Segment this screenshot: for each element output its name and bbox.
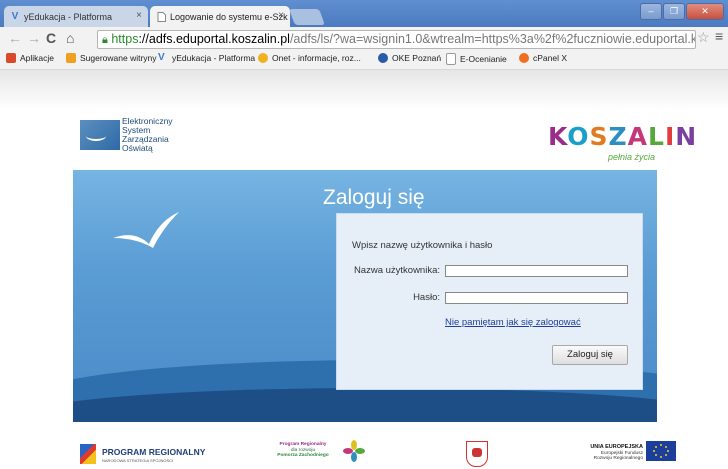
- logo-letter: A: [627, 122, 649, 151]
- tab-title: Logowanie do systemu e-Szk: [170, 11, 288, 22]
- login-panel: Wpisz nazwę użytkownika i hasło Nazwa uż…: [336, 213, 643, 390]
- tab-yedukacja[interactable]: V yEdukacja - Platforma ×: [4, 6, 148, 27]
- program-regionalny-icon: [80, 444, 96, 464]
- pomorze-flower-icon: [343, 440, 365, 462]
- lock-icon: 🔒︎: [102, 34, 108, 46]
- bookmark-label: Onet - informacje, roz...: [272, 53, 361, 63]
- logo-letter: S: [589, 122, 609, 151]
- close-tab-icon[interactable]: ×: [136, 10, 142, 21]
- bookmark-onet[interactable]: Onet - informacje, roz...: [258, 53, 361, 63]
- eszo-line: Oświatą: [122, 143, 153, 153]
- banner-wave: [73, 388, 657, 422]
- logo-letter: Z: [608, 122, 628, 151]
- program-regionalny-sub: NARODOWA STRATEGIA SPÓJNOŚCI: [102, 458, 174, 463]
- bookmark-label: yEdukacja - Platforma: [172, 53, 256, 63]
- pomorze-line: Pomorza Zachodniego: [277, 453, 329, 458]
- apps-grid-icon: [6, 53, 16, 63]
- suggested-icon: [66, 53, 76, 63]
- bookmark-label: Aplikacje: [20, 53, 55, 63]
- logo-letter: O: [567, 122, 590, 151]
- password-label: Hasło:: [413, 292, 440, 303]
- login-button[interactable]: Zaloguj się: [552, 345, 628, 365]
- login-banner: Zaloguj się Wpisz nazwę użytkownika i ha…: [73, 170, 657, 422]
- tab-title: yEdukacja - Platforma: [24, 11, 113, 22]
- close-tab-icon[interactable]: ×: [278, 10, 284, 21]
- username-input[interactable]: [445, 265, 628, 277]
- new-tab-button[interactable]: [289, 9, 325, 25]
- menu-icon[interactable]: ≡: [715, 28, 723, 44]
- close-window-button[interactable]: ✕: [686, 3, 724, 20]
- maximize-button[interactable]: ❐: [663, 3, 685, 20]
- url-scheme: https: [111, 32, 139, 46]
- cpanel-icon: [519, 53, 529, 63]
- bookmark-aplikacje[interactable]: Aplikacje: [6, 53, 54, 63]
- bookmark-eocenianie[interactable]: E-Ocenianie: [446, 53, 507, 65]
- minimize-button[interactable]: –: [640, 3, 662, 20]
- forgot-password-link[interactable]: Nie pamiętam jak się zalogować: [445, 317, 581, 328]
- tab-logowanie[interactable]: Logowanie do systemu e-Szk ×: [150, 6, 290, 27]
- eu-line: UNIA EUROPEJSKA: [590, 444, 643, 450]
- oke-icon: [378, 53, 388, 63]
- logo-letter: K: [548, 122, 568, 151]
- eszo-logo-text: Elektroniczny System Zarządzania Oświatą: [122, 117, 173, 153]
- eu-line: Rozwoju Regionalnego: [593, 456, 643, 461]
- logo-letter: I: [664, 122, 676, 151]
- logo-letter: N: [675, 122, 698, 151]
- reload-icon[interactable]: C: [46, 30, 56, 46]
- eszo-logo: [80, 120, 120, 150]
- v-logo-icon: V: [11, 11, 19, 22]
- bookmark-label: OKE Poznań: [392, 53, 442, 63]
- page-icon: [156, 11, 166, 22]
- logo-letter: L: [648, 122, 665, 151]
- bookmark-oke[interactable]: OKE Poznań: [378, 53, 441, 63]
- bookmark-yedukacja[interactable]: V yEdukacja - Platforma: [158, 52, 256, 64]
- program-regionalny-title: PROGRAM REGIONALNY: [102, 447, 206, 457]
- url-path: /adfs/ls/?wa=wsignin1.0&wtrealm=https%3a…: [289, 32, 696, 46]
- login-prompt: Wpisz nazwę użytkownika i hasło: [352, 240, 493, 251]
- page-top-gradient: [0, 70, 728, 110]
- eu-flag-icon: [646, 441, 676, 461]
- bookmark-label: Sugerowane witryny: [80, 53, 157, 63]
- koszalin-logo: KOSZALIN: [548, 122, 697, 151]
- pomorze-logo-text: Program Regionalny dla rozwoju Pomorza Z…: [268, 442, 338, 459]
- browser-toolbar: ← → C ⌂ 🔒︎ https://adfs.eduportal.koszal…: [0, 27, 728, 49]
- bookmark-label: E-Ocenianie: [460, 54, 507, 64]
- bookmark-sugerowane[interactable]: Sugerowane witryny: [66, 53, 157, 63]
- page-content: Elektroniczny System Zarządzania Oświatą…: [0, 70, 728, 469]
- url-host: ://adfs.eduportal.koszalin.pl: [138, 32, 290, 46]
- back-arrow-icon[interactable]: ←: [8, 30, 22, 46]
- bookmark-cpanel[interactable]: cPanel X: [519, 53, 567, 63]
- window-controls: – ❐ ✕: [639, 3, 724, 20]
- pomorze-line: Program Regionalny: [279, 442, 327, 447]
- eu-line: Europejski Fundusz: [600, 450, 643, 456]
- page-icon: [446, 53, 456, 65]
- username-label: Nazwa użytkownika:: [353, 265, 440, 276]
- login-title: Zaloguj się: [323, 186, 425, 209]
- bookmark-star-icon[interactable]: ☆: [697, 29, 710, 46]
- password-input[interactable]: [445, 292, 628, 304]
- eu-logo-text: UNIA EUROPEJSKA Europejski Fundusz Rozwo…: [585, 444, 643, 462]
- v-logo-icon: V: [158, 52, 165, 63]
- bookmarks-bar: Aplikacje Sugerowane witryny V yEdukacja…: [0, 49, 728, 70]
- coat-of-arms-icon: [466, 441, 488, 467]
- browser-titlebar: V yEdukacja - Platforma × Logowanie do s…: [0, 0, 728, 27]
- pomorze-line: dla rozwoju: [290, 447, 316, 453]
- address-bar[interactable]: 🔒︎ https://adfs.eduportal.koszalin.pl/ad…: [97, 30, 696, 49]
- bird-icon: [113, 212, 179, 248]
- forward-arrow-icon[interactable]: →: [27, 30, 41, 46]
- bookmark-label: cPanel X: [533, 53, 568, 63]
- onet-icon: [258, 53, 268, 63]
- home-icon[interactable]: ⌂: [66, 30, 74, 46]
- koszalin-tagline: pełnia życia: [608, 152, 656, 162]
